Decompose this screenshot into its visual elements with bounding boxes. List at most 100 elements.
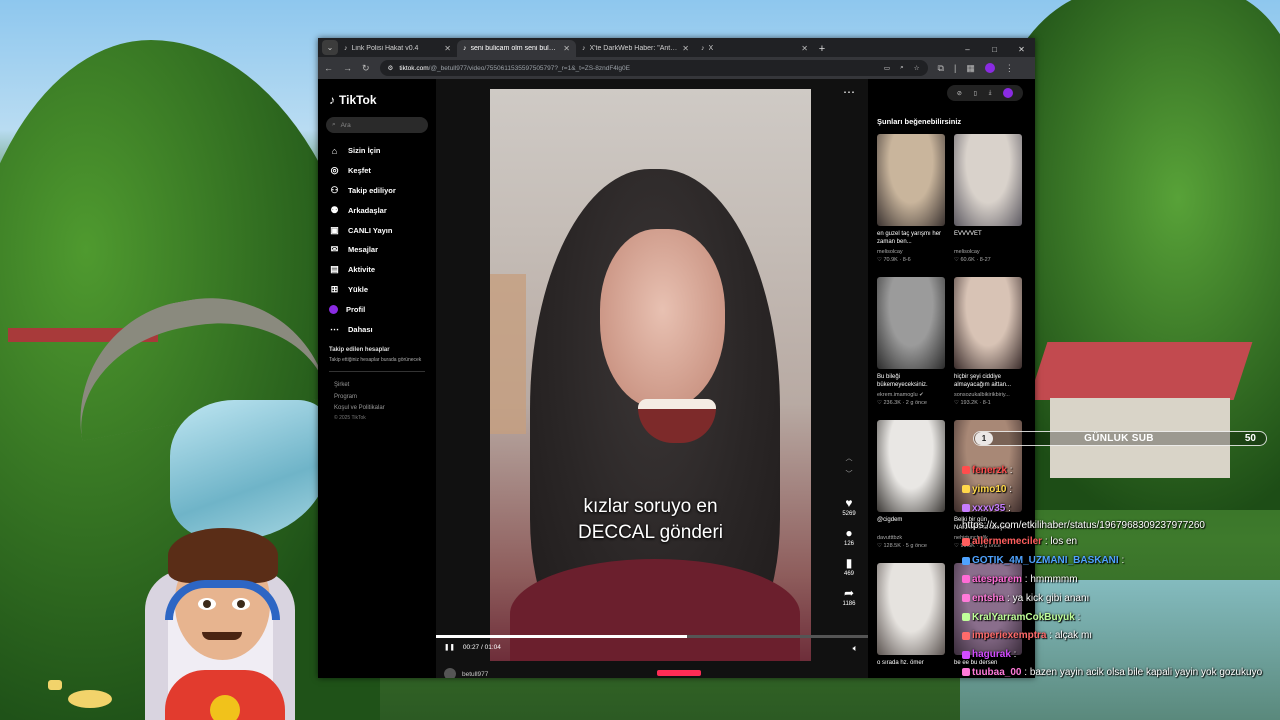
chat-message: allermemeciler : los en bbox=[962, 533, 1280, 552]
video-author[interactable]: betull977 bbox=[444, 668, 488, 678]
tab-close-icon[interactable]: ✕ bbox=[682, 44, 689, 53]
chat-username: imperiexemptra bbox=[972, 630, 1047, 642]
reload-icon[interactable]: ↻ bbox=[362, 63, 370, 74]
nav-item-label: Keşfet bbox=[348, 166, 371, 176]
nav-item[interactable]: ⚉ Arkadaşlar bbox=[326, 200, 428, 220]
browser-toolbar: ← → ↻ ⚙ tiktok.com/@_betull977/video/755… bbox=[318, 57, 1035, 79]
bookmark-star-icon[interactable]: ☆ bbox=[914, 64, 920, 72]
site-info-icon[interactable]: ⚙ bbox=[388, 64, 394, 72]
toolbar-avatar[interactable] bbox=[1003, 88, 1014, 98]
video-more-icon[interactable]: ⋯ bbox=[843, 85, 856, 99]
following-icon: ⚇ bbox=[330, 184, 339, 195]
recommendation-author: melisolcay bbox=[877, 249, 903, 255]
volume-icon[interactable]: 🔈︎ bbox=[853, 643, 858, 654]
cast-icon[interactable]: ▭ bbox=[884, 64, 890, 72]
profile-avatar[interactable] bbox=[984, 63, 995, 73]
zoom-icon[interactable]: ⌕ bbox=[900, 64, 904, 72]
nav-item[interactable]: ▤ Aktivite bbox=[326, 260, 428, 280]
chat-text: alçak mı bbox=[1054, 630, 1093, 642]
share-button[interactable]: ➦ 1186 bbox=[843, 587, 856, 608]
close-window-button[interactable]: ✕ bbox=[1008, 45, 1035, 57]
maximize-button[interactable]: □ bbox=[981, 45, 1008, 57]
chat-badge-icon bbox=[962, 503, 970, 512]
sidebar-divider bbox=[329, 371, 425, 373]
recommendation-thumbnail bbox=[877, 563, 945, 655]
sidebar-toggle-icon[interactable]: ▦ bbox=[966, 63, 975, 74]
tab-close-icon[interactable]: ✕ bbox=[801, 44, 808, 53]
chat-badge-icon bbox=[962, 594, 970, 603]
save-button[interactable]: ▮ 469 bbox=[844, 557, 854, 578]
nav-item[interactable]: ▣ CANLI Yayın bbox=[326, 220, 428, 240]
chat-badge-icon bbox=[962, 650, 970, 659]
recommendation-card[interactable]: Bu bileği bükemeyeceksiniz. ekrem.imamogl… bbox=[877, 277, 945, 406]
follow-button[interactable] bbox=[657, 670, 701, 676]
nav-item[interactable]: ✉ Mesajlar bbox=[326, 240, 428, 260]
browser-tab[interactable]: ♪ Link Polisi Hakat v0.4 ✕ bbox=[338, 40, 457, 57]
tshirt-logo bbox=[210, 695, 240, 720]
footer-link[interactable]: Şirket bbox=[334, 380, 428, 391]
back-icon[interactable]: ← bbox=[324, 63, 333, 73]
recommendation-title: en guzel taç yarışmı her zaman ben... bbox=[877, 231, 942, 246]
next-video-icon[interactable]: ﹀ bbox=[840, 467, 858, 483]
phone-icon[interactable]: ▯ bbox=[974, 90, 977, 97]
new-tab-button[interactable]: + bbox=[814, 43, 830, 55]
url-host: tiktok.com bbox=[399, 64, 429, 72]
nav-item[interactable]: ⋯ Dahası bbox=[326, 319, 428, 339]
recommendation-card[interactable]: o sırada hz. ömersonsozukalbikirikbiriy.… bbox=[877, 563, 945, 678]
recommendation-card[interactable]: en guzel taç yarışmı her zaman ben... mel… bbox=[877, 134, 945, 263]
compass-icon: ◎ bbox=[330, 165, 339, 176]
comment-button[interactable]: ● 126 bbox=[844, 527, 854, 548]
search-input[interactable]: ⌕ Ara bbox=[326, 117, 428, 133]
browser-tab[interactable]: ♪ X ✕ bbox=[695, 40, 814, 57]
nav-item-label: Arkadaşlar bbox=[348, 205, 387, 215]
chat-badge-icon bbox=[962, 556, 970, 565]
pause-icon[interactable]: ❚❚ bbox=[444, 643, 455, 651]
browser-tab[interactable]: ♪ X'te DarkWeb Haber: "Antalya" ✕ bbox=[576, 40, 695, 57]
recommendation-card[interactable]: hiçbir şeyi ciddiye almayacağım aittan..… bbox=[954, 277, 1022, 406]
tab-title: X'te DarkWeb Haber: "Antalya" bbox=[589, 45, 679, 52]
tab-close-icon[interactable]: ✕ bbox=[563, 44, 570, 53]
video-controls: ❚❚ 00:27 / 01:04 bbox=[444, 643, 501, 652]
tiktok-logo[interactable]: ♪ TikTok bbox=[329, 93, 428, 107]
chat-badge-icon bbox=[962, 466, 970, 475]
address-bar[interactable]: ⚙ tiktok.com/@_betull977/video/755061153… bbox=[379, 60, 928, 76]
footer-link[interactable]: Program bbox=[334, 392, 428, 403]
chat-badge-icon bbox=[962, 668, 970, 677]
avatar-right-eye bbox=[232, 598, 250, 610]
recommendation-thumbnail bbox=[954, 277, 1022, 369]
extension-area: ⧉ | ▦ ⋮ bbox=[938, 63, 1014, 74]
chat-message: hagurak : bbox=[962, 646, 1280, 665]
extensions-icon[interactable]: ⧉ bbox=[938, 63, 944, 74]
minimize-button[interactable]: – bbox=[954, 45, 981, 57]
like-button[interactable]: ♥ 5269 bbox=[842, 497, 855, 518]
browser-tab[interactable]: ♪ seni bulicam olm seni bulucam ✕ bbox=[457, 40, 576, 57]
footer-link[interactable]: Koşul ve Politikalar bbox=[334, 403, 428, 414]
prev-video-icon[interactable]: ︿ bbox=[840, 451, 858, 467]
chat-username: KralYarramCokBuyuk bbox=[972, 611, 1075, 623]
chat-badge-icon bbox=[962, 485, 970, 494]
recommendation-title: hiçbir şeyi ciddiye almayacağım aittan..… bbox=[954, 374, 1012, 389]
tab-search-button[interactable]: ⌄ bbox=[322, 40, 338, 55]
chat-text: hmmmmm bbox=[1030, 573, 1078, 585]
tab-close-icon[interactable]: ✕ bbox=[444, 44, 451, 53]
video-frame[interactable]: kızlar soruyo en DECCAL gönderi bbox=[490, 89, 811, 661]
nav-item-label: Mesajlar bbox=[348, 245, 379, 255]
disable-icon[interactable]: ⊘ bbox=[957, 90, 962, 97]
nav-item[interactable]: ⌂ Sizin İçin bbox=[326, 141, 428, 161]
chat-username: entsha bbox=[972, 592, 1005, 604]
nav-item[interactable]: Profil bbox=[326, 299, 428, 319]
pet-body bbox=[68, 690, 112, 708]
video-progress-bar[interactable] bbox=[436, 635, 868, 638]
nav-item[interactable]: ⊞ Yükle bbox=[326, 280, 428, 300]
avatar-mustache bbox=[202, 632, 242, 640]
video-shirt bbox=[510, 559, 800, 661]
floating-toolbar: ⊘ ▯ ⤓ bbox=[947, 85, 1023, 101]
browser-menu-icon[interactable]: ⋮ bbox=[1005, 63, 1014, 74]
download-icon[interactable]: ⤓ bbox=[989, 90, 992, 97]
recommendation-card[interactable]: @cigdem davutttbzk ♡ 128.5K · 5 g önce bbox=[877, 420, 945, 549]
nav-item[interactable]: ◎ Keşfet bbox=[326, 161, 428, 181]
nav-item[interactable]: ⚇ Takip ediliyor bbox=[326, 181, 428, 201]
recommendation-card[interactable]: EVVVVET melisolcay ♡ 60.6K · 8-27 bbox=[954, 134, 1022, 263]
forward-icon[interactable]: → bbox=[343, 63, 352, 73]
messages-icon: ✉ bbox=[330, 244, 339, 255]
